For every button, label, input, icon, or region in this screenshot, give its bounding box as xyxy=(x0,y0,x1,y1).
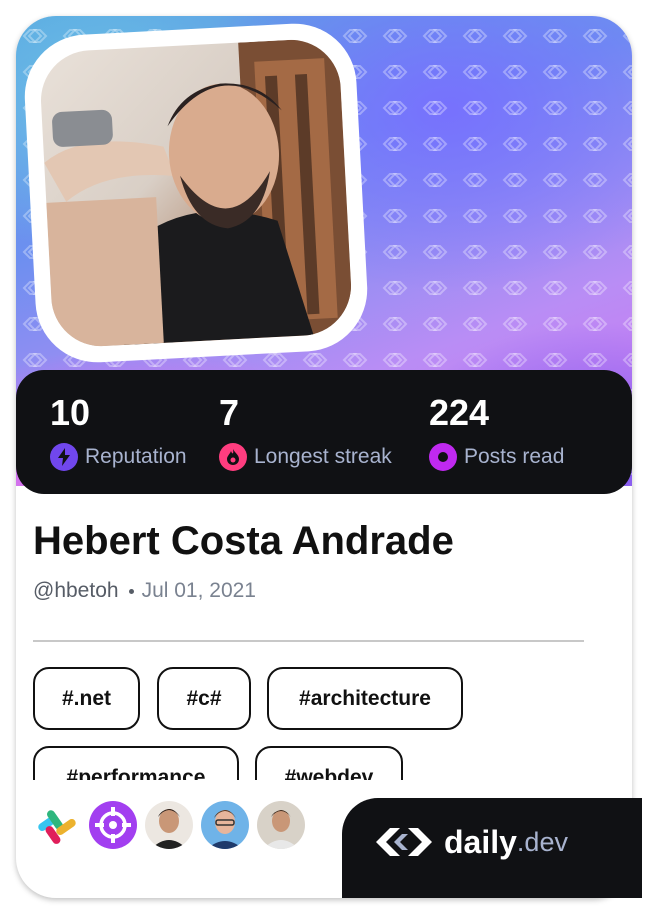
streak-label: Longest streak xyxy=(254,445,392,468)
tag-chip[interactable]: #.net xyxy=(33,667,140,730)
lightning-icon xyxy=(50,443,78,471)
separator-dot xyxy=(128,588,134,594)
profile-avatar xyxy=(38,37,354,349)
flame-icon xyxy=(219,443,247,471)
daily-dev-logo: daily .dev xyxy=(372,818,568,866)
reputation-label: Reputation xyxy=(85,445,187,468)
tags-list: #.net #c# #architecture #performance #we… xyxy=(33,667,593,780)
divider xyxy=(33,640,584,642)
avatar[interactable] xyxy=(201,801,249,849)
tag-chip[interactable]: #performance xyxy=(33,746,239,780)
profile-handle[interactable]: @hbetoh xyxy=(33,579,119,603)
profile-meta: @hbetoh Jul 01, 2021 xyxy=(33,579,256,603)
profile-name: Hebert Costa Andrade xyxy=(33,519,454,563)
brand-daily: daily xyxy=(444,823,517,860)
brand-dev: .dev xyxy=(516,826,568,857)
reputation-value: 10 xyxy=(50,392,91,433)
slack-logo-icon[interactable] xyxy=(33,801,81,849)
eye-ring-icon xyxy=(429,443,457,471)
stats-bar: 10 Reputation 7 Longest streak 224 Posts… xyxy=(16,370,632,494)
avatar[interactable] xyxy=(145,801,193,849)
tag-chip[interactable]: #architecture xyxy=(267,667,463,730)
daily-dev-logo-icon xyxy=(376,828,432,856)
posts-read-label: Posts read xyxy=(464,445,565,468)
profile-avatar-frame xyxy=(21,20,371,366)
streak-value: 7 xyxy=(219,392,240,433)
tag-chip[interactable]: #webdev xyxy=(255,746,403,780)
joined-date: Jul 01, 2021 xyxy=(141,579,256,602)
posts-read-value: 224 xyxy=(429,392,490,433)
tag-chip[interactable]: #c# xyxy=(157,667,251,730)
crosshair-logo-icon[interactable] xyxy=(89,801,137,849)
avatar[interactable] xyxy=(257,801,305,849)
